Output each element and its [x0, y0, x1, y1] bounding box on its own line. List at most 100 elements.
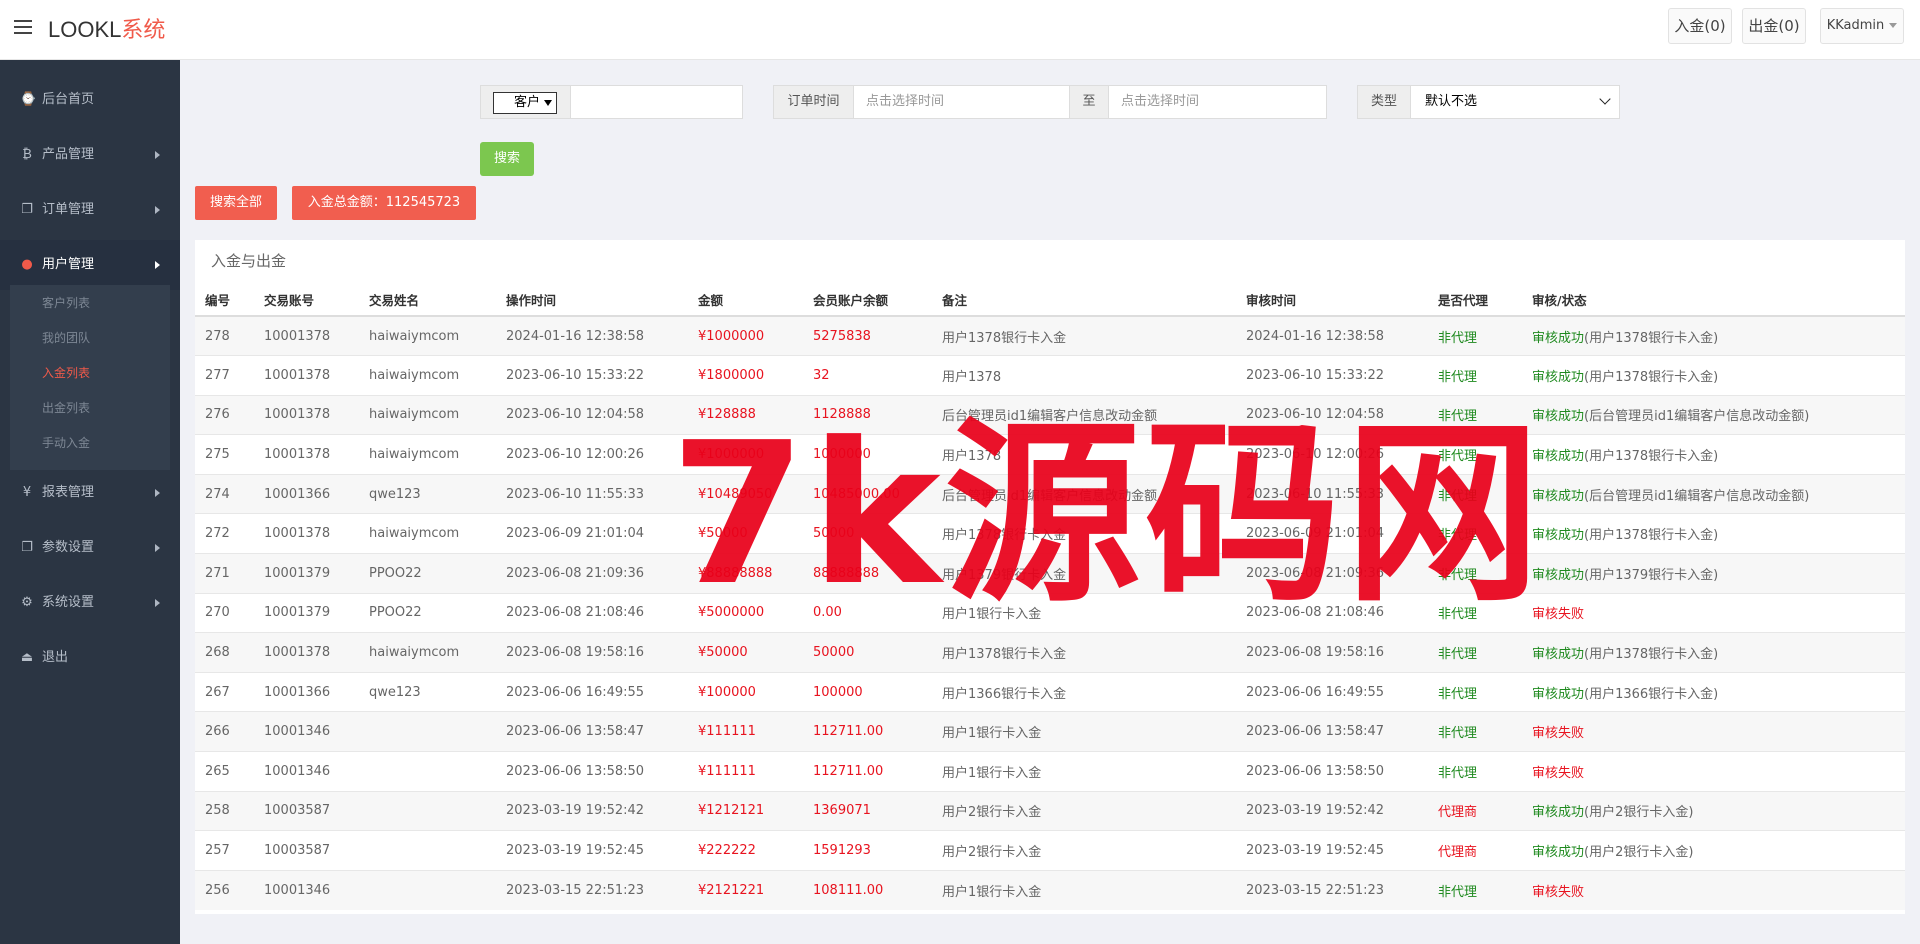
yen-icon: ¥ [22, 485, 32, 500]
col-header-amount[interactable]: 金额 [688, 284, 803, 317]
cell-status: 审核成功(用户2银行卡入金) [1522, 790, 1905, 831]
cell-status: 审核成功(用户1378银行卡入金) [1522, 513, 1905, 554]
cell-name: haiwaiymcom [359, 394, 496, 435]
col-header-name[interactable]: 交易姓名 [359, 284, 496, 317]
cell-id: 268 [195, 632, 254, 673]
submenu-customer-list[interactable]: 客户列表 [42, 293, 90, 313]
table-row[interactable]: 265 10001346 2023-06-06 13:58:50 ¥111111 112… [195, 751, 1905, 792]
table-row[interactable]: 278 10001378 haiwaiymcom 2024-01-16 12:38:5… [195, 315, 1905, 356]
cell-agent: 非代理 [1428, 632, 1522, 673]
chevron-right-icon [155, 261, 160, 269]
cell-remark: 用户1银行卡入金 [932, 869, 1236, 910]
customer-select[interactable]: 客户 [493, 92, 557, 114]
customer-input[interactable] [571, 86, 741, 118]
cell-id: 258 [195, 790, 254, 831]
cell-audit-time: 2023-03-19 19:52:45 [1236, 830, 1428, 871]
table-row[interactable]: 268 10001378 haiwaiymcom 2023-06-08 19:58:1… [195, 632, 1905, 673]
status-note: (后台管理员id1编辑客户信息改动金额) [1584, 409, 1810, 425]
table-row[interactable]: 276 10001378 haiwaiymcom 2023-06-10 12:04:5… [195, 394, 1905, 435]
deposit-count-button[interactable]: 入金(0) [1668, 8, 1732, 44]
status-note: (用户1366银行卡入金) [1584, 686, 1719, 702]
cell-id: 277 [195, 355, 254, 396]
cell-account: 10001378 [254, 513, 359, 554]
status-badge: 审核成功 [1532, 845, 1585, 861]
search-button[interactable]: 搜索 [480, 142, 534, 176]
logo[interactable]: LOOKL系统 [48, 16, 165, 44]
col-header-balance[interactable]: 会员账户余额 [803, 284, 932, 317]
cell-op-time: 2023-06-09 21:01:04 [496, 513, 688, 554]
col-header-op-time[interactable]: 操作时间 [496, 284, 688, 317]
total-deposit-button[interactable]: 入金总金额：112545723 [292, 186, 476, 220]
col-header-agent[interactable]: 是否代理 [1428, 284, 1522, 317]
col-header-account[interactable]: 交易账号 [254, 284, 359, 317]
type-select[interactable]: 默认不选 [1411, 86, 1619, 118]
cell-amount: ¥111111 [688, 711, 803, 752]
customer-filter: 客户 [480, 85, 743, 119]
user-submenu: 客户列表 我的团队 入金列表 出金列表 手动入金 [10, 285, 170, 470]
cell-status: 审核失败 [1522, 869, 1905, 910]
status-note: (用户1378银行卡入金) [1584, 647, 1719, 663]
cell-op-time: 2023-06-06 13:58:47 [496, 711, 688, 752]
cell-name [359, 830, 496, 871]
sidebar-item-dashboard[interactable]: ⌚ 后台首页 [0, 75, 180, 125]
cell-status: 审核失败 [1522, 592, 1905, 633]
col-header-id[interactable]: 编号 [195, 284, 254, 317]
customer-select-addon: 客户 [481, 86, 571, 118]
table-row[interactable]: 258 10003587 2023-03-19 19:52:42 ¥1212121 13… [195, 790, 1905, 831]
user-icon: ● [21, 257, 33, 272]
sidebar-item-system[interactable]: ⚙ 系统设置 [0, 578, 180, 628]
table-row[interactable]: 274 10001366 qwe123 2023-06-10 11:55:33 ¥104… [195, 473, 1905, 514]
chevron-right-icon [155, 599, 160, 607]
cell-remark: 用户1366银行卡入金 [932, 671, 1236, 712]
table-row[interactable]: 267 10001366 qwe123 2023-06-06 16:49:55 ¥100… [195, 671, 1905, 712]
table-row[interactable]: 271 10001379 PPOO22 2023-06-08 21:09:36 ¥888… [195, 553, 1905, 594]
menu-toggle-icon[interactable] [14, 20, 32, 36]
logout-icon: ⏏ [20, 650, 34, 665]
cell-id: 275 [195, 434, 254, 475]
cell-account: 10001378 [254, 632, 359, 673]
submenu-deposit-list[interactable]: 入金列表 [42, 363, 90, 383]
submenu-withdraw-list[interactable]: 出金列表 [42, 398, 90, 418]
search-all-button[interactable]: 搜索全部 [195, 186, 277, 220]
cell-status: 审核成功(用户1366银行卡入金) [1522, 671, 1905, 712]
sidebar-item-users[interactable]: ● 用户管理 [0, 240, 180, 290]
table-row[interactable]: 270 10001379 PPOO22 2023-06-08 21:08:46 ¥500… [195, 592, 1905, 633]
table-row[interactable]: 277 10001378 haiwaiymcom 2023-06-10 15:33:2… [195, 355, 1905, 396]
sidebar-item-params[interactable]: ❐ 参数设置 [0, 523, 180, 573]
sidebar-item-label: 退出 [42, 650, 69, 665]
submenu-manual-deposit[interactable]: 手动入金 [42, 433, 90, 453]
col-header-remark[interactable]: 备注 [932, 284, 1236, 317]
status-badge: 审核成功 [1532, 686, 1585, 702]
cell-remark: 用户1银行卡入金 [932, 751, 1236, 792]
user-menu-button[interactable]: KKadmin [1820, 8, 1904, 44]
table-row[interactable]: 275 10001378 haiwaiymcom 2023-06-10 12:00:2… [195, 434, 1905, 475]
cell-balance: 10485000.00 [803, 473, 932, 514]
cell-account: 10001378 [254, 434, 359, 475]
cell-agent: 非代理 [1428, 394, 1522, 435]
cell-status: 审核成功(用户1378银行卡入金) [1522, 632, 1905, 673]
cell-audit-time: 2023-06-10 15:33:22 [1236, 355, 1428, 396]
table-row[interactable]: 266 10001346 2023-06-06 13:58:47 ¥111111 112… [195, 711, 1905, 752]
sidebar-item-reports[interactable]: ¥ 报表管理 [0, 468, 180, 518]
sidebar-item-logout[interactable]: ⏏ 退出 [0, 633, 180, 683]
cell-status: 审核成功(用户1378银行卡入金) [1522, 434, 1905, 475]
col-header-status[interactable]: 审核/状态 [1522, 284, 1905, 317]
table-row[interactable]: 256 10001346 2023-03-15 22:51:23 ¥2121221 10… [195, 869, 1905, 910]
withdraw-count-button[interactable]: 出金(0) [1742, 8, 1806, 44]
cell-amount: ¥100000 [688, 671, 803, 712]
col-header-audit-time[interactable]: 审核时间 [1236, 284, 1428, 317]
cell-account: 10001346 [254, 869, 359, 910]
cell-remark: 后台管理员id1编辑客户信息改动金额 [932, 394, 1236, 435]
cell-op-time: 2023-06-10 12:00:26 [496, 434, 688, 475]
table-row[interactable]: 257 10003587 2023-03-19 19:52:45 ¥222222 159… [195, 830, 1905, 871]
cell-name: PPOO22 [359, 553, 496, 594]
time-start-input[interactable]: 点击选择时间 [854, 86, 1069, 118]
cell-balance: 100000 [803, 671, 932, 712]
sidebar-item-products[interactable]: ₿ 产品管理 [0, 130, 180, 180]
sidebar-item-orders[interactable]: ❐ 订单管理 [0, 185, 180, 235]
cell-agent: 非代理 [1428, 592, 1522, 633]
submenu-my-team[interactable]: 我的团队 [42, 328, 90, 348]
table-row[interactable]: 272 10001378 haiwaiymcom 2023-06-09 21:01:0… [195, 513, 1905, 554]
status-badge: 审核成功 [1532, 488, 1585, 504]
time-end-input[interactable]: 点击选择时间 [1109, 86, 1324, 118]
